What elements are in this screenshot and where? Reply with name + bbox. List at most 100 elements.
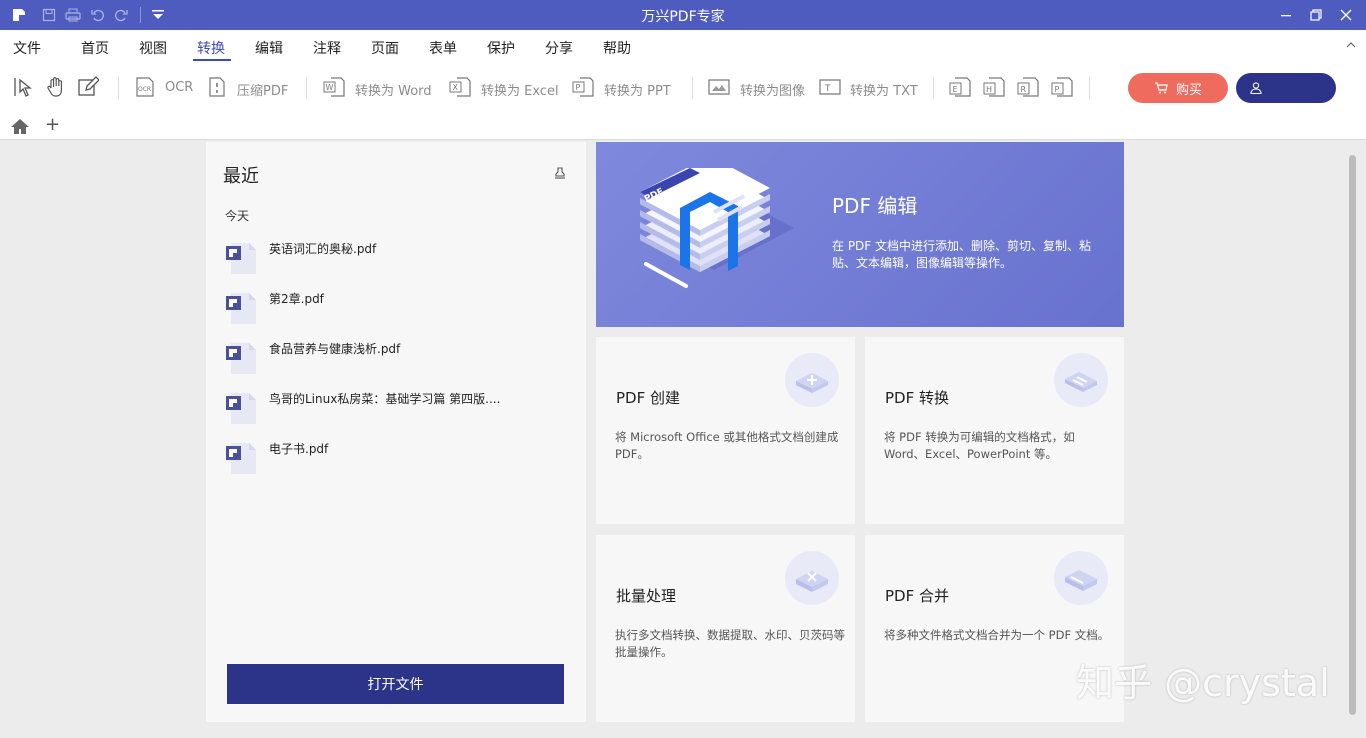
new-tab-icon[interactable]: + bbox=[45, 114, 60, 135]
word-convert-icon[interactable]: W bbox=[322, 75, 346, 99]
title-bar: 万兴PDF专家 bbox=[0, 0, 1366, 30]
batch-process-card[interactable]: 批量处理 执行多文档转换、数据提取、水印、贝茨码等批量操作。 bbox=[596, 535, 855, 722]
toolbar-divider bbox=[306, 77, 307, 99]
menu-edit[interactable]: 编辑 bbox=[255, 38, 283, 58]
pdf-create-card[interactable]: PDF 创建 将 Microsoft Office 或其他格式文档创建成 PDF… bbox=[596, 337, 855, 524]
svg-text:OCR: OCR bbox=[138, 86, 151, 93]
svg-text:R: R bbox=[1021, 85, 1027, 94]
epub-convert-icon[interactable]: E bbox=[948, 75, 972, 99]
tab-bar: + bbox=[0, 113, 1366, 140]
buy-label: 购买 bbox=[1175, 82, 1202, 98]
recent-group-today: 今天 bbox=[225, 209, 250, 223]
menu-file[interactable]: 文件 bbox=[13, 38, 41, 58]
window-title: 万兴PDF专家 bbox=[641, 9, 725, 25]
toolbar: OCR OCR 压缩PDF W 转换为 Word X 转换为 Excel P 转… bbox=[0, 63, 1366, 113]
menu-page[interactable]: 页面 bbox=[371, 38, 399, 58]
pdfa-convert-icon[interactable]: P bbox=[1050, 75, 1074, 99]
image-convert-icon[interactable] bbox=[707, 75, 731, 99]
clear-recent-icon[interactable] bbox=[553, 166, 567, 180]
excel-convert-label[interactable]: 转换为 Excel bbox=[481, 80, 559, 99]
svg-text:E: E bbox=[953, 85, 958, 94]
menu-comment[interactable]: 注释 bbox=[313, 38, 341, 58]
pdf-convert-title: PDF 转换 bbox=[885, 389, 949, 407]
active-menu-indicator bbox=[193, 59, 231, 61]
rtf-convert-icon[interactable]: R bbox=[1016, 75, 1040, 99]
pdf-file-icon bbox=[224, 440, 258, 476]
svg-text:P: P bbox=[1055, 85, 1060, 94]
recent-panel: 最近 今天 英语词汇的奥秘.pdf 第2章.pdf 食品营养与健康浅析.pdf … bbox=[206, 142, 586, 722]
user-icon bbox=[1250, 82, 1262, 94]
toolbar-divider bbox=[692, 77, 693, 99]
collapse-ribbon-icon[interactable] bbox=[1346, 42, 1356, 48]
compress-pdf-icon[interactable] bbox=[205, 75, 229, 99]
html-convert-icon[interactable]: H bbox=[982, 75, 1006, 99]
pdf-file-icon bbox=[224, 240, 258, 276]
recent-title: 最近 bbox=[223, 166, 259, 187]
edit-tool-icon[interactable] bbox=[76, 75, 100, 99]
batch-process-title: 批量处理 bbox=[616, 587, 677, 605]
recent-file-name: 鸟哥的Linux私房菜：基础学习篇 第四版.... bbox=[269, 392, 501, 406]
recent-file-name: 食品营养与健康浅析.pdf bbox=[269, 342, 401, 356]
batch-process-desc: 执行多文档转换、数据提取、水印、贝茨码等批量操作。 bbox=[615, 628, 845, 659]
pdf-merge-desc: 将多种文件格式文档合并为一个 PDF 文档。 bbox=[884, 628, 1110, 642]
hand-tool-icon[interactable] bbox=[44, 75, 68, 99]
ocr-label[interactable]: OCR bbox=[165, 80, 193, 95]
svg-text:H: H bbox=[986, 85, 992, 94]
svg-text:W: W bbox=[326, 83, 334, 92]
cart-icon bbox=[1154, 82, 1168, 94]
pdf-convert-desc: 将 PDF 转换为可编辑的文档格式，如 Word、Excel、PowerPoin… bbox=[884, 430, 1075, 461]
pdf-file-icon bbox=[224, 390, 258, 426]
svg-text:X: X bbox=[453, 83, 459, 92]
pdf-edit-card[interactable]: PDF PDF 编辑 在 PDF 文档中进行添加、删除、剪切、复制、粘贴、文本编… bbox=[596, 142, 1124, 327]
minimize-icon[interactable] bbox=[1276, 5, 1296, 25]
svg-text:P: P bbox=[576, 83, 581, 92]
menu-home[interactable]: 首页 bbox=[81, 38, 109, 58]
pdf-stack-illustration: PDF bbox=[634, 168, 804, 298]
pdf-edit-title: PDF 编辑 bbox=[832, 194, 918, 218]
pdf-convert-card[interactable]: PDF 转换 将 PDF 转换为可编辑的文档格式，如 Word、Excel、Po… bbox=[865, 337, 1124, 524]
pdf-create-desc: 将 Microsoft Office 或其他格式文档创建成 PDF。 bbox=[615, 430, 839, 461]
txt-convert-label[interactable]: 转换为 TXT bbox=[850, 80, 918, 99]
recent-file-name: 电子书.pdf bbox=[269, 442, 329, 456]
batch-process-icon bbox=[785, 551, 839, 605]
recent-file-item[interactable]: 第2章.pdf bbox=[224, 290, 564, 330]
close-icon[interactable] bbox=[1336, 5, 1356, 25]
pdf-file-icon bbox=[224, 290, 258, 326]
recent-file-item[interactable]: 电子书.pdf bbox=[224, 440, 564, 480]
home-tab-icon[interactable] bbox=[10, 117, 30, 135]
pdf-create-icon bbox=[785, 353, 839, 407]
toolbar-divider bbox=[1089, 77, 1090, 99]
svg-text:T: T bbox=[824, 84, 831, 94]
recent-file-name: 第2章.pdf bbox=[269, 292, 324, 306]
compress-pdf-label[interactable]: 压缩PDF bbox=[237, 80, 288, 99]
pdf-merge-title: PDF 合并 bbox=[885, 587, 949, 605]
open-file-button[interactable]: 打开文件 bbox=[227, 664, 564, 704]
recent-file-item[interactable]: 食品营养与健康浅析.pdf bbox=[224, 340, 564, 380]
menu-view[interactable]: 视图 bbox=[139, 38, 167, 58]
menu-help[interactable]: 帮助 bbox=[603, 38, 631, 58]
pdf-merge-icon bbox=[1054, 551, 1108, 605]
word-convert-label[interactable]: 转换为 Word bbox=[355, 80, 432, 99]
scrollbar-thumb[interactable] bbox=[1349, 155, 1356, 715]
restore-icon[interactable] bbox=[1306, 5, 1326, 25]
recent-file-name: 英语词汇的奥秘.pdf bbox=[269, 242, 377, 256]
watermark-text: 知乎 @crystal bbox=[1076, 661, 1330, 705]
pdf-convert-icon bbox=[1054, 353, 1108, 407]
txt-convert-icon[interactable]: T bbox=[818, 75, 842, 99]
excel-convert-icon[interactable]: X bbox=[448, 75, 472, 99]
account-button[interactable] bbox=[1236, 73, 1336, 103]
pdf-create-title: PDF 创建 bbox=[616, 389, 680, 407]
image-convert-label[interactable]: 转换为图像 bbox=[740, 80, 805, 99]
recent-file-item[interactable]: 鸟哥的Linux私房菜：基础学习篇 第四版.... bbox=[224, 390, 564, 430]
toolbar-divider bbox=[118, 77, 119, 99]
menu-convert[interactable]: 转换 bbox=[197, 38, 225, 58]
ppt-convert-label[interactable]: 转换为 PPT bbox=[604, 80, 671, 99]
menu-form[interactable]: 表单 bbox=[429, 38, 457, 58]
recent-file-item[interactable]: 英语词汇的奥秘.pdf bbox=[224, 240, 564, 280]
menu-protect[interactable]: 保护 bbox=[487, 38, 515, 58]
buy-button[interactable]: 购买 bbox=[1128, 73, 1228, 103]
ocr-icon[interactable]: OCR bbox=[133, 75, 157, 99]
select-tool-icon[interactable] bbox=[12, 75, 36, 99]
menu-share[interactable]: 分享 bbox=[545, 38, 573, 58]
ppt-convert-icon[interactable]: P bbox=[571, 75, 595, 99]
